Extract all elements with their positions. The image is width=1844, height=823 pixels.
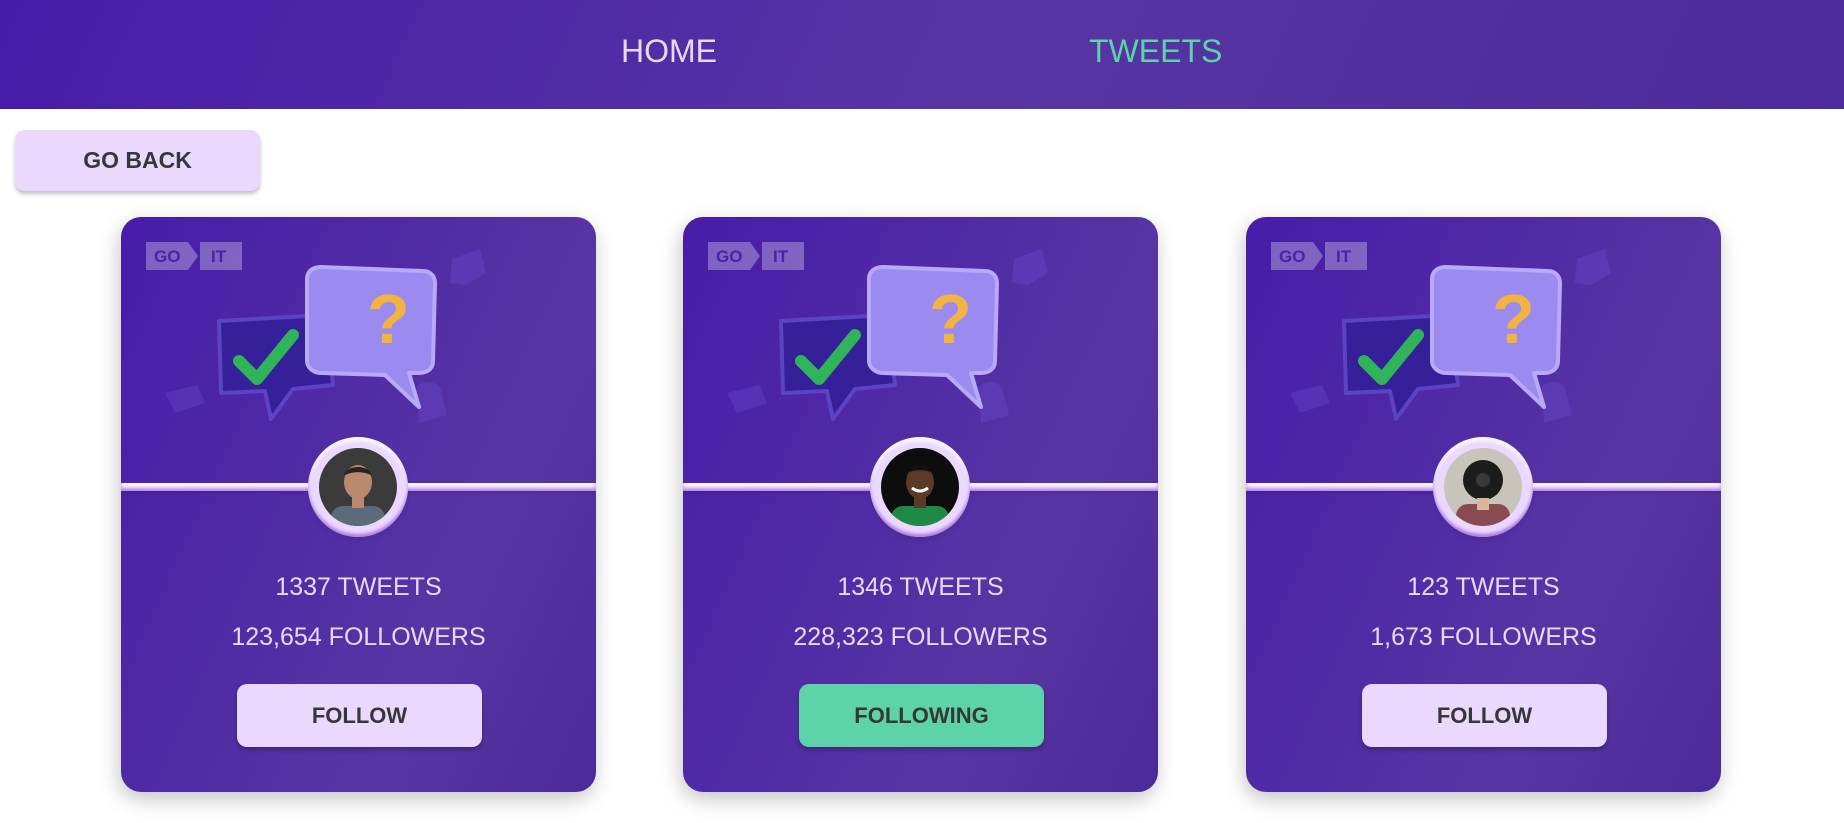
svg-text:?: ? <box>1492 280 1535 358</box>
avatar <box>1444 448 1522 526</box>
top-navigation-bar: HOME TWEETS <box>0 0 1844 109</box>
go-back-button[interactable]: GO BACK <box>15 130 260 191</box>
avatar-frame <box>1433 437 1533 537</box>
user-card: GO IT ? 1337 TWEETS 123,654 FOLLOWERS FO… <box>121 217 596 792</box>
followers-count-value: 1,673 <box>1370 623 1433 651</box>
followers-count: 1,673 FOLLOWERS <box>1246 622 1721 652</box>
user-card: GO IT ? 1346 TWEETS 228,323 FOLLOWERS FO… <box>683 217 1158 792</box>
hero-illustration: ? <box>1290 249 1611 423</box>
followers-count: 228,323 FOLLOWERS <box>683 622 1158 652</box>
followers-count: 123,654 FOLLOWERS <box>121 622 596 652</box>
avatar-frame <box>870 437 970 537</box>
avatar <box>881 448 959 526</box>
nav-link-home[interactable]: HOME <box>621 32 717 70</box>
tweets-count: 123 TWEETS <box>1246 572 1721 602</box>
followers-count-value: 228,323 <box>793 623 884 651</box>
tweets-count-suffix: TWEETS <box>1455 573 1560 601</box>
follow-button[interactable]: FOLLOW <box>237 684 482 747</box>
hero-illustration: ? <box>727 249 1048 423</box>
tweets-count-suffix: TWEETS <box>337 573 442 601</box>
avatar <box>319 448 397 526</box>
tweets-count: 1337 TWEETS <box>121 572 596 602</box>
avatar-frame <box>308 437 408 537</box>
tweets-count-value: 123 <box>1407 573 1450 601</box>
tweets-count-value: 1346 <box>837 573 893 601</box>
following-button[interactable]: FOLLOWING <box>799 684 1044 747</box>
hero-illustration: ? <box>165 249 486 423</box>
tweets-count-value: 1337 <box>275 573 331 601</box>
user-card: GO IT ? 123 TWEETS 1,673 FOLLOWERS FOLLO… <box>1246 217 1721 792</box>
follow-button[interactable]: FOLLOW <box>1362 684 1607 747</box>
tweets-count-suffix: TWEETS <box>899 573 1004 601</box>
followers-count-value: 123,654 <box>231 623 322 651</box>
nav-link-tweets[interactable]: TWEETS <box>1089 32 1222 70</box>
svg-text:?: ? <box>929 280 972 358</box>
svg-text:?: ? <box>367 280 410 358</box>
tweets-count: 1346 TWEETS <box>683 572 1158 602</box>
followers-count-suffix: FOLLOWERS <box>328 623 486 651</box>
followers-count-suffix: FOLLOWERS <box>890 623 1048 651</box>
followers-count-suffix: FOLLOWERS <box>1439 623 1597 651</box>
